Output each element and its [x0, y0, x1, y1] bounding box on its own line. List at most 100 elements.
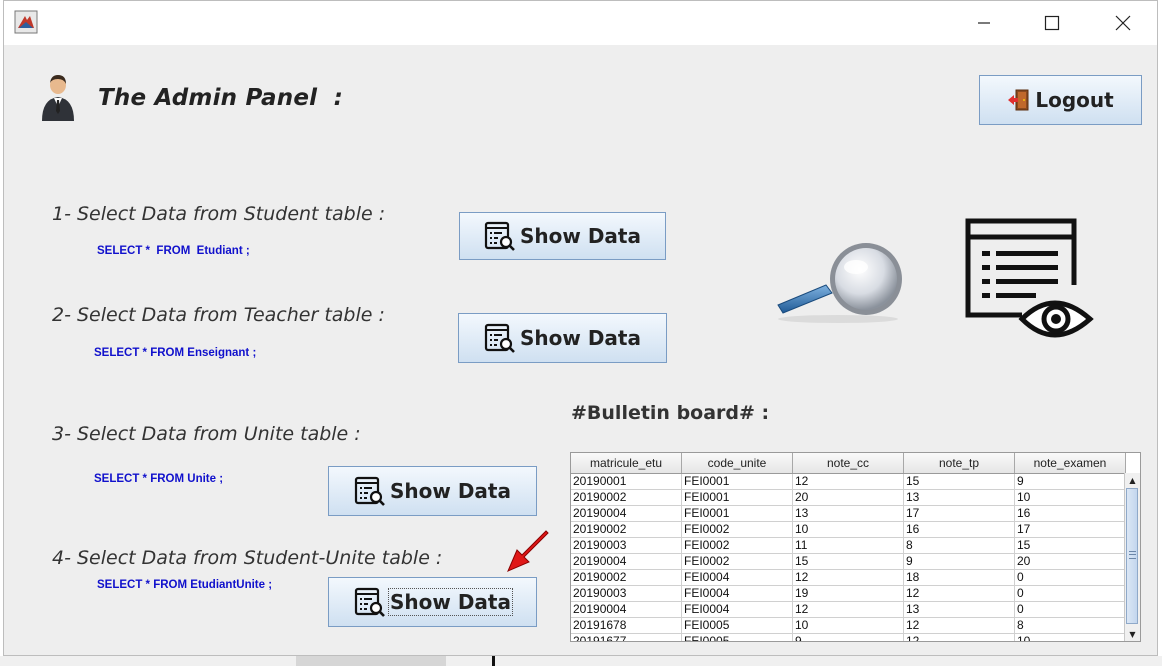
column-header[interactable]: note_cc — [793, 453, 904, 473]
background-window-edge — [0, 656, 1162, 666]
scroll-down-icon[interactable]: ▼ — [1125, 627, 1140, 641]
table-row[interactable]: 20190004 FEI0002 15 9 20 — [571, 554, 1126, 570]
table-cell: 15 — [1015, 538, 1126, 553]
table-cell: 17 — [904, 506, 1015, 521]
table-cell: 12 — [904, 586, 1015, 601]
table-cell: FEI0004 — [682, 586, 793, 601]
minimize-button[interactable] — [961, 7, 1007, 39]
document-search-icon — [354, 476, 385, 506]
table-cell: FEI0002 — [682, 554, 793, 569]
show-data-button-1[interactable]: Show Data — [459, 212, 666, 260]
scroll-up-icon[interactable]: ▲ — [1125, 473, 1140, 487]
table-cell: 18 — [904, 570, 1015, 585]
table-cell: 20190004 — [571, 602, 682, 617]
minimize-icon — [978, 22, 990, 24]
table-cell: 15 — [793, 554, 904, 569]
table-row[interactable]: 20190004 FEI0001 13 17 16 — [571, 506, 1126, 522]
table-cell: 20191678 — [571, 618, 682, 633]
table-row[interactable]: 20191678 FEI0005 10 12 8 — [571, 618, 1126, 634]
table-cell: FEI0005 — [682, 618, 793, 633]
background-window-edge — [492, 656, 495, 666]
maximize-button[interactable] — [1029, 7, 1075, 39]
table-cell: 9 — [904, 554, 1015, 569]
table-cell: 11 — [793, 538, 904, 553]
table-body: 20190001 FEI0001 12 15 9 20190002 FEI0001 20 13… — [571, 474, 1126, 641]
table-cell: 12 — [793, 570, 904, 585]
table-cell: 9 — [793, 634, 904, 641]
table-cell: 20 — [793, 490, 904, 505]
table-cell: FEI0004 — [682, 602, 793, 617]
document-search-icon — [484, 221, 515, 251]
table-cell: 9 — [1015, 474, 1126, 489]
table-row[interactable]: 20190002 FEI0002 10 16 17 — [571, 522, 1126, 538]
section-2-sql: SELECT * FROM Enseignant ; — [94, 347, 257, 359]
table-cell: 20190003 — [571, 538, 682, 553]
table-cell: 20190002 — [571, 570, 682, 585]
table-cell: 20190003 — [571, 586, 682, 601]
column-header[interactable]: code_unite — [682, 453, 793, 473]
table-cell: 20190001 — [571, 474, 682, 489]
panel-title: The Admin Panel : — [98, 85, 344, 111]
table-row[interactable]: 20191677 FEI0005 9 12 10 — [571, 634, 1126, 641]
table-cell: 19 — [793, 586, 904, 601]
table-cell: FEI0001 — [682, 490, 793, 505]
section-3-sql: SELECT * FROM Unite ; — [94, 473, 224, 485]
table-cell: 12 — [904, 618, 1015, 633]
show-data-button-4[interactable]: Show Data — [328, 577, 537, 627]
table-row[interactable]: 20190001 FEI0001 12 15 9 — [571, 474, 1126, 490]
table-cell: FEI0001 — [682, 506, 793, 521]
main-content: The Admin Panel : Logout 1- Select Data … — [4, 45, 1157, 657]
bulletin-table[interactable]: matricule_etu code_unite note_cc note_tp… — [570, 452, 1141, 642]
table-cell: 20191677 — [571, 634, 682, 641]
table-cell: 16 — [904, 522, 1015, 537]
table-cell: FEI0002 — [682, 538, 793, 553]
table-cell: 12 — [793, 602, 904, 617]
table-cell: FEI0001 — [682, 474, 793, 489]
maximize-icon — [1044, 15, 1060, 31]
section-3-title: 3- Select Data from Unite table : — [52, 423, 361, 445]
table-row[interactable]: 20190003 FEI0004 19 12 0 — [571, 586, 1126, 602]
table-row[interactable]: 20190004 FEI0004 12 13 0 — [571, 602, 1126, 618]
column-header[interactable]: note_examen — [1015, 453, 1126, 473]
close-button[interactable] — [1100, 7, 1146, 39]
show-data-label: Show Data — [520, 326, 641, 350]
table-cell: 20 — [1015, 554, 1126, 569]
table-cell: 12 — [793, 474, 904, 489]
background-window-edge — [296, 656, 446, 666]
table-cell: 12 — [904, 634, 1015, 641]
table-cell: FEI0005 — [682, 634, 793, 641]
section-1-title: 1- Select Data from Student table : — [52, 203, 386, 225]
bulletin-board-title: #Bulletin board# : — [571, 402, 770, 424]
show-data-label: Show Data — [390, 479, 511, 503]
table-row[interactable]: 20190003 FEI0002 11 8 15 — [571, 538, 1126, 554]
table-cell: 8 — [904, 538, 1015, 553]
table-cell: 10 — [1015, 490, 1126, 505]
logout-button[interactable]: Logout — [979, 75, 1142, 125]
section-4-sql: SELECT * FROM EtudiantUnite ; — [97, 579, 273, 591]
column-header[interactable]: note_tp — [904, 453, 1015, 473]
admin-panel-window: The Admin Panel : Logout 1- Select Data … — [3, 0, 1158, 656]
show-data-button-3[interactable]: Show Data — [328, 466, 537, 516]
table-cell: 0 — [1015, 586, 1126, 601]
show-data-button-2[interactable]: Show Data — [458, 313, 667, 363]
table-row[interactable]: 20190002 FEI0004 12 18 0 — [571, 570, 1126, 586]
table-cell: 13 — [904, 490, 1015, 505]
table-cell: 20190004 — [571, 506, 682, 521]
magnifying-glass-icon — [777, 243, 902, 323]
admin-user-icon — [42, 75, 74, 121]
table-cell: 15 — [904, 474, 1015, 489]
table-cell: 13 — [904, 602, 1015, 617]
logout-door-icon — [1008, 89, 1029, 111]
table-scrollbar[interactable]: ▲ ▼ — [1124, 473, 1140, 641]
background-window-edge — [1158, 0, 1162, 666]
column-header[interactable]: matricule_etu — [571, 453, 682, 473]
table-row[interactable]: 20190002 FEI0001 20 13 10 — [571, 490, 1126, 506]
document-search-icon — [354, 587, 385, 617]
section-4-title: 4- Select Data from Student-Unite table … — [52, 547, 443, 569]
table-cell: FEI0004 — [682, 570, 793, 585]
table-cell: 20190004 — [571, 554, 682, 569]
scrollbar-thumb[interactable] — [1126, 488, 1138, 624]
section-2-title: 2- Select Data from Teacher table : — [52, 304, 385, 326]
close-icon — [1115, 15, 1131, 31]
logout-label: Logout — [1035, 88, 1114, 112]
